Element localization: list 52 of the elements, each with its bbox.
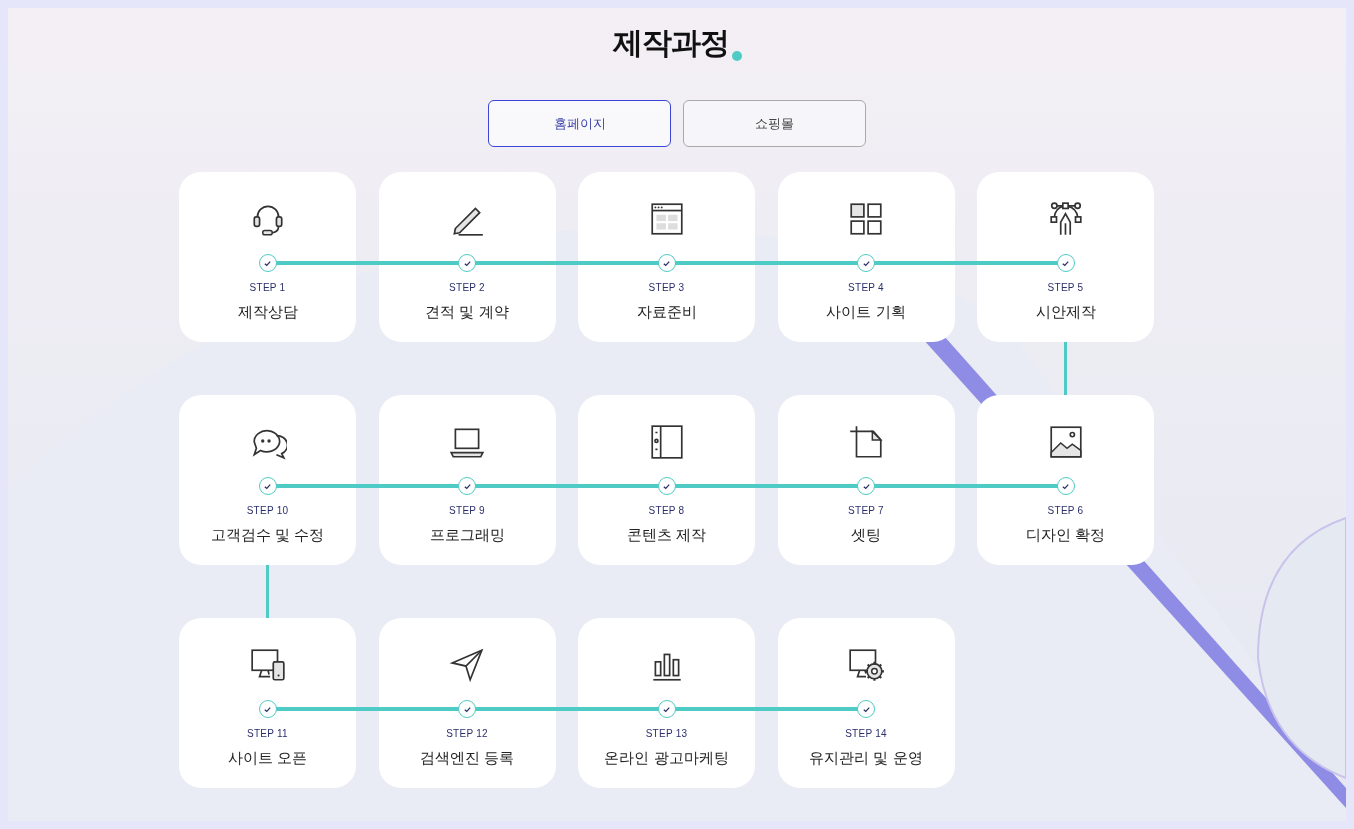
step-title: 셋팅 (851, 525, 881, 545)
step-title: 콘텐츠 제작 (626, 525, 707, 545)
step-number: STEP 9 (449, 504, 485, 518)
check-icon (657, 477, 676, 495)
category-tab[interactable]: 홈페이지 (488, 100, 671, 147)
step-title: 사이트 기획 (826, 302, 906, 322)
grid-icon (847, 200, 885, 238)
step-number: STEP 1 (249, 281, 286, 295)
check-icon (857, 254, 875, 272)
document-icon (847, 423, 885, 461)
check-icon (458, 477, 476, 495)
check-icon (1056, 477, 1075, 495)
step-title: 온라인 광고마케팅 (604, 748, 729, 768)
monitor-gear-icon (847, 646, 885, 684)
step-title: 디자인 확정 (1025, 525, 1106, 545)
step-number: STEP 14 (845, 727, 887, 741)
step-number: STEP 11 (247, 727, 288, 741)
connector-line (1064, 342, 1067, 395)
check-icon (657, 254, 676, 272)
check-icon (458, 254, 476, 272)
check-icon (857, 700, 875, 718)
category-tab[interactable]: 쇼핑몰 (683, 100, 866, 147)
step-number: STEP 8 (648, 504, 685, 518)
step-number: STEP 12 (446, 727, 488, 741)
check-icon (258, 477, 277, 495)
check-icon (657, 700, 676, 718)
connector-line (266, 565, 269, 618)
step-number: STEP 5 (1047, 281, 1084, 295)
step-number: STEP 2 (449, 281, 485, 295)
step-number: STEP 7 (848, 504, 884, 518)
step-title: 유지관리 및 운영 (809, 748, 923, 768)
step-title: 자료준비 (636, 302, 697, 322)
step-number: STEP 3 (648, 281, 685, 295)
section-title: 제작과정 (612, 28, 730, 58)
step-title: 제작상담 (237, 302, 298, 322)
monitor-phone-icon (248, 646, 287, 684)
check-icon (258, 254, 277, 272)
step-number: STEP 13 (645, 727, 688, 741)
step-title: 시안제작 (1035, 302, 1096, 322)
step-title: 프로그래밍 (429, 525, 505, 545)
step-number: STEP 10 (246, 504, 289, 518)
paper-plane-icon (448, 646, 486, 684)
step-title: 사이트 오픈 (227, 748, 308, 768)
check-icon (258, 700, 277, 718)
check-icon (857, 477, 875, 495)
check-icon (458, 700, 476, 718)
check-icon (1056, 254, 1075, 272)
step-title: 고객검수 및 수정 (210, 525, 325, 545)
step-title: 검색엔진 등록 (419, 748, 515, 768)
step-number: STEP 6 (1047, 504, 1084, 518)
step-title: 견적 및 계약 (425, 302, 509, 322)
step-number: STEP 4 (848, 281, 884, 295)
